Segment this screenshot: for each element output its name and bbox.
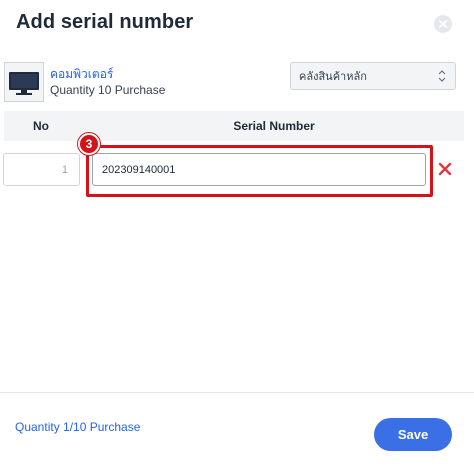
- warehouse-select[interactable]: คลังสินค้าหลัก: [290, 62, 456, 90]
- warehouse-selected-value: คลังสินค้าหลัก: [299, 70, 367, 83]
- product-quantity: Quantity 10 Purchase: [50, 83, 166, 97]
- step-number-badge: 3: [78, 133, 100, 155]
- add-serial-number-modal: Add serial number คอมพิวเตอร์ Quantity 1…: [0, 0, 474, 469]
- column-header-no: No: [33, 119, 49, 133]
- delete-row-button[interactable]: [437, 161, 453, 177]
- column-header-serial-number: Serial Number: [233, 119, 315, 133]
- row-number-cell: 1: [3, 153, 80, 186]
- serial-number-input[interactable]: [92, 153, 426, 186]
- footer-divider: [0, 392, 474, 393]
- product-name-link[interactable]: คอมพิวเตอร์: [50, 65, 113, 84]
- modal-title: Add serial number: [16, 11, 194, 33]
- sort-caret-icon: [438, 70, 446, 82]
- serial-table-header: No Serial Number: [4, 111, 464, 141]
- product-thumbnail: [4, 62, 44, 102]
- save-button[interactable]: Save: [374, 418, 452, 451]
- quantity-status: Quantity 1/10 Purchase: [15, 420, 141, 434]
- delete-x-icon: [438, 162, 452, 176]
- close-icon: [439, 20, 447, 28]
- product-summary: คอมพิวเตอร์ Quantity 10 Purchase คลังสิน…: [4, 62, 464, 102]
- monitor-icon: [9, 72, 39, 95]
- close-button[interactable]: [434, 15, 452, 33]
